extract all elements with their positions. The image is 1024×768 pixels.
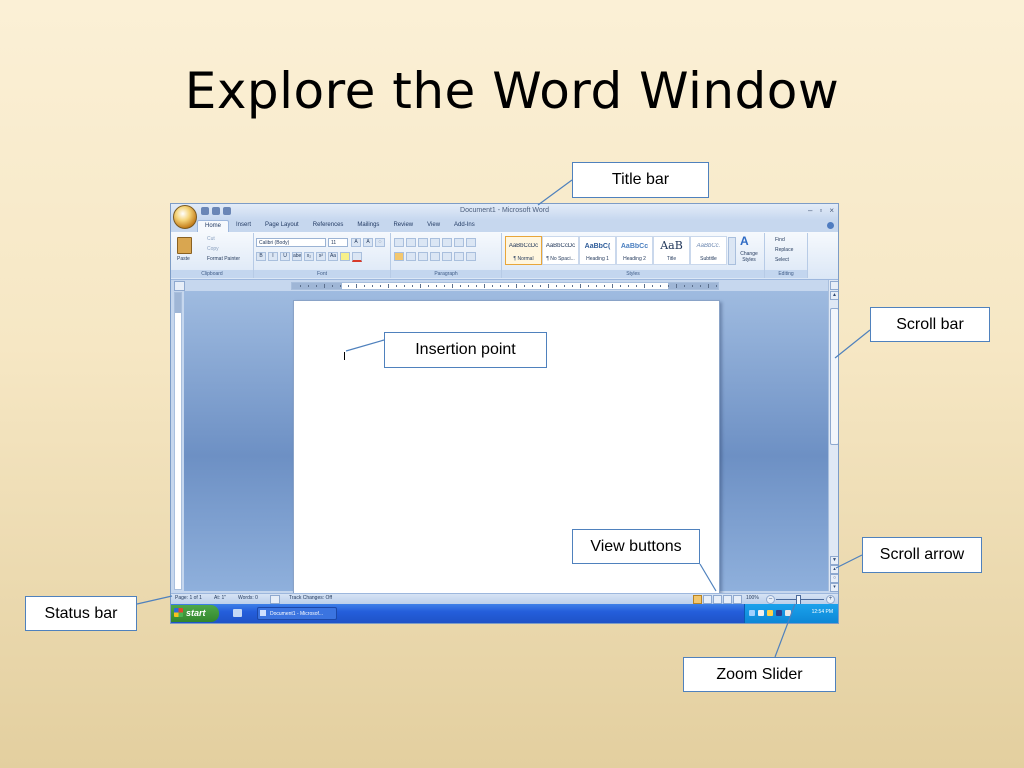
callout-title-bar: Title bar [572, 162, 709, 198]
callout-leader-lines [136, 179, 871, 658]
leader-view-buttons [699, 563, 717, 592]
callout-status-bar: Status bar [25, 596, 137, 631]
leader-insertion-point [345, 339, 385, 352]
leader-zoom-slider [774, 603, 796, 658]
callout-scroll-bar: Scroll bar [870, 307, 990, 342]
callout-scroll-arrow: Scroll arrow [862, 537, 982, 573]
callout-zoom-slider: Zoom Slider [683, 657, 836, 692]
callout-insertion-point: Insertion point [384, 332, 547, 368]
leader-scroll-bar [834, 329, 871, 359]
leader-title-bar [537, 179, 573, 206]
leader-status-bar [136, 595, 173, 605]
callout-view-buttons: View buttons [572, 529, 700, 564]
leader-scroll-arrow [835, 554, 863, 569]
office-button[interactable] [173, 205, 197, 229]
